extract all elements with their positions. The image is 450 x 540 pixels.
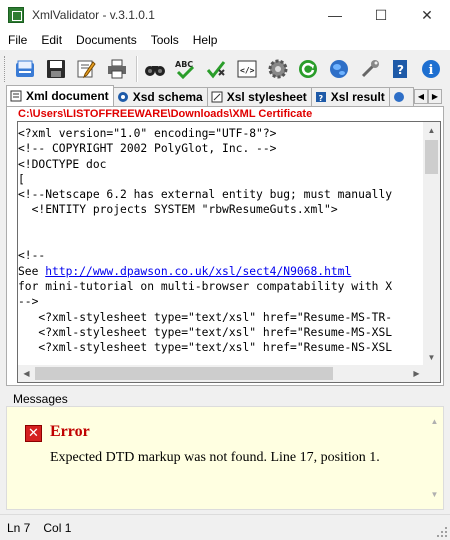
- window-title: XmlValidator - v.3.1.0.1: [32, 8, 155, 22]
- find-icon[interactable]: [143, 57, 167, 81]
- tab-scroll-buttons: ◀ ▶: [414, 89, 442, 104]
- tools-icon[interactable]: [358, 57, 382, 81]
- svg-text:i: i: [429, 63, 434, 78]
- code-line: ​: [18, 218, 392, 233]
- tab-xml-document[interactable]: Xml document: [6, 85, 114, 106]
- help-book-icon[interactable]: ?: [389, 57, 413, 81]
- resize-grip-icon[interactable]: [436, 526, 448, 538]
- code-line: [: [18, 172, 25, 186]
- code-text-prefix: See: [18, 264, 46, 278]
- svg-text:</>: </>: [240, 66, 255, 75]
- tab-label: Xsl stylesheet: [226, 90, 307, 104]
- svg-text:?: ?: [318, 94, 323, 103]
- title-bar: XmlValidator - v.3.1.0.1 — ☐ ✕: [0, 0, 450, 30]
- scroll-up-icon[interactable]: ▲: [423, 122, 440, 139]
- code-line: <?xml-stylesheet type="text/xsl" href="R…: [18, 310, 393, 324]
- maximize-button[interactable]: ☐: [358, 0, 404, 30]
- settings-gear-icon[interactable]: [266, 57, 290, 81]
- menu-help[interactable]: Help: [186, 30, 225, 50]
- scroll-right-icon[interactable]: ▶: [408, 365, 425, 382]
- window-controls: — ☐ ✕: [312, 0, 450, 30]
- horizontal-scrollbar[interactable]: ◀ ▶: [18, 365, 440, 382]
- code-line: for mini-tutorial on multi-browser compa…: [18, 279, 393, 293]
- toolbar-separator: [135, 56, 138, 82]
- xml-editor[interactable]: <?xml version="1.0" encoding="UTF-8"?> <!…: [17, 121, 441, 383]
- vertical-scrollbar[interactable]: ▲ ▼: [423, 122, 440, 366]
- code-line: <?xml-stylesheet type="text/xsl" href="R…: [18, 325, 393, 339]
- svg-text:?: ?: [397, 63, 404, 77]
- globe-icon: [393, 92, 404, 102]
- menu-edit[interactable]: Edit: [34, 30, 69, 50]
- new-file-icon[interactable]: [13, 57, 37, 81]
- schema-icon: [117, 92, 128, 102]
- validate-icon[interactable]: [204, 57, 228, 81]
- refresh-icon[interactable]: [296, 57, 320, 81]
- minimize-button[interactable]: —: [312, 0, 358, 30]
- info-icon[interactable]: i: [419, 57, 443, 81]
- toolbar-grip[interactable]: [4, 56, 7, 82]
- menu-bar: File Edit Documents Tools Help: [0, 30, 450, 50]
- stylesheet-icon: [211, 91, 223, 103]
- tab-xsd-schema[interactable]: Xsd schema: [112, 87, 208, 106]
- file-path: C:\Users\LISTOFFREEWARE\Downloads\XML Ce…: [18, 108, 315, 120]
- code-line: See http://www.dpawson.co.uk/xsl/sect4/N…: [18, 264, 392, 279]
- scroll-down-icon[interactable]: ▼: [423, 349, 440, 366]
- code-line: <!DOCTYPE doc: [18, 157, 107, 171]
- xml-document-icon: [10, 90, 22, 102]
- messages-label: Messages: [13, 392, 68, 406]
- code-line: ​: [18, 233, 392, 248]
- status-line: Ln 7: [7, 520, 31, 535]
- status-bar: Ln 7 Col 1: [0, 514, 450, 540]
- code-line: <!--Netscape 6.2 has external entity bug…: [18, 188, 393, 202]
- tab-xsl-result[interactable]: ? Xsl result: [310, 87, 390, 106]
- toolbar: ABC </> ? i: [0, 52, 450, 86]
- scroll-up-icon[interactable]: ▲: [426, 413, 443, 430]
- close-button[interactable]: ✕: [404, 0, 450, 30]
- edit-icon[interactable]: [74, 57, 98, 81]
- print-icon[interactable]: [105, 57, 129, 81]
- code-line: <?xml version="1.0" encoding="UTF-8"?>: [18, 127, 277, 140]
- tab-scroll-right-icon[interactable]: ▶: [428, 89, 442, 104]
- messages-scrollbar[interactable]: ▲ ▼: [426, 407, 443, 509]
- messages-panel: ✕ Error Expected DTD markup was not foun…: [6, 406, 444, 510]
- tab-label: Xsd schema: [132, 90, 203, 104]
- scroll-down-icon[interactable]: ▼: [426, 486, 443, 503]
- xml-tag-icon[interactable]: </>: [235, 57, 259, 81]
- scroll-thumb[interactable]: [35, 367, 333, 380]
- help-icon: ?: [315, 92, 326, 103]
- url-link[interactable]: http://www.dpawson.co.uk/xsl/sect4/N9068…: [45, 265, 351, 278]
- tab-overflow[interactable]: [388, 87, 414, 106]
- error-message: Expected DTD markup was not found. Line …: [50, 450, 380, 465]
- document-tabs: Xml document Xsd schema Xsl stylesheet ?…: [6, 85, 446, 107]
- scroll-left-icon[interactable]: ◀: [18, 365, 35, 382]
- code-line: <!ENTITY projects SYSTEM "rbwResumeGuts.…: [18, 203, 338, 217]
- scroll-thumb[interactable]: [425, 140, 438, 174]
- code-text[interactable]: <?xml version="1.0" encoding="UTF-8"?> <!…: [18, 126, 392, 355]
- spellcheck-icon[interactable]: ABC: [174, 57, 198, 81]
- globe-icon[interactable]: [327, 57, 351, 81]
- error-title: Error: [50, 423, 90, 440]
- app-icon: [8, 7, 24, 23]
- status-column: Col 1: [43, 520, 72, 535]
- menu-documents[interactable]: Documents: [69, 30, 144, 50]
- tab-xsl-stylesheet[interactable]: Xsl stylesheet: [206, 87, 312, 106]
- menu-tools[interactable]: Tools: [144, 30, 186, 50]
- code-line: -->: [18, 295, 39, 309]
- tab-label: Xsl result: [330, 90, 385, 104]
- menu-file[interactable]: File: [0, 30, 34, 50]
- code-line: <?xml-stylesheet type="text/xsl" href="R…: [18, 341, 393, 355]
- tab-scroll-left-icon[interactable]: ◀: [414, 89, 428, 104]
- code-line: <!--: [18, 249, 46, 263]
- code-line: <!-- COPYRIGHT 2002 PolyGlot, Inc. -->: [18, 142, 277, 156]
- tab-label: Xml document: [26, 89, 109, 103]
- xml-document-panel: <?xml version="1.0" encoding="UTF-8"?> <!…: [6, 106, 444, 386]
- error-icon: ✕: [25, 425, 42, 442]
- save-icon[interactable]: [44, 57, 68, 81]
